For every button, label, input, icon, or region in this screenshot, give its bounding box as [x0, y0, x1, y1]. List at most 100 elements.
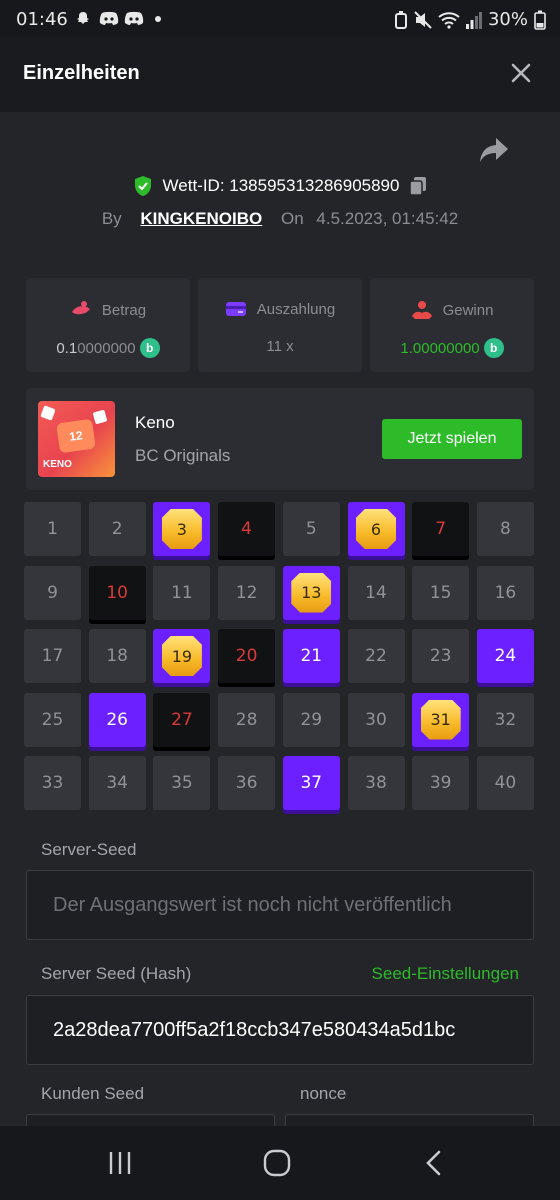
- keno-cell-hit: 31: [412, 692, 470, 747]
- keno-cell: 35: [153, 756, 211, 810]
- gem-icon: 19: [161, 636, 202, 676]
- recent-apps-icon[interactable]: [105, 1148, 135, 1178]
- bet-date: 4.5.2023, 01:45:42: [316, 209, 459, 228]
- bet-details-screen: 01:46 30% Einzelheiten Wett-ID: 13859531…: [0, 0, 560, 1200]
- gem-icon: 6: [356, 509, 396, 549]
- keno-board: 1 2 3 4 5 6 7 8 9 10 11 12 13 14 15 16 17 18 19 20 21 22 23 24 2…: [24, 502, 536, 812]
- keno-cell: 17: [24, 629, 81, 683]
- copy-icon[interactable]: [409, 176, 427, 196]
- keno-cell-drawn: 7: [412, 502, 470, 556]
- stat-card-win: Gewinn 1.00000000 b: [370, 278, 534, 372]
- keno-cell: 34: [88, 756, 146, 810]
- keno-cell: 11: [153, 565, 211, 620]
- server-seed-hash-field[interactable]: 2a28dea7700ff5a2f18ccb347e580434a5d1bc: [26, 995, 534, 1065]
- status-right: 30%: [394, 9, 546, 30]
- dice-icon: [92, 409, 108, 425]
- page-title: Einzelheiten: [23, 62, 140, 84]
- status-time: 01:46: [16, 9, 68, 30]
- stat-label-payout: Auszahlung: [256, 300, 336, 318]
- keno-cell-selected: 24: [476, 629, 534, 683]
- status-bar: 01:46 30%: [0, 0, 560, 36]
- keno-cell: 14: [347, 565, 405, 620]
- keno-cell: 25: [24, 692, 81, 747]
- keno-cell: 38: [347, 756, 405, 810]
- keno-cell-drawn: 10: [88, 565, 146, 620]
- on-label: On: [280, 209, 304, 228]
- server-seed-field: Der Ausgangswert ist noch nicht veröffen…: [26, 870, 534, 940]
- close-icon[interactable]: [510, 62, 532, 84]
- keno-cell: 23: [412, 629, 470, 683]
- game-card: 12 KENO Keno BC Originals Jetzt spielen: [26, 388, 534, 490]
- win-icon: [411, 301, 432, 319]
- dice-icon: [40, 405, 56, 421]
- keno-cell: 1: [24, 502, 81, 556]
- keno-cell: 18: [88, 629, 146, 683]
- nonce-label: nonce: [300, 1084, 347, 1103]
- gem-icon: 31: [420, 699, 461, 740]
- bet-icon: [71, 301, 90, 315]
- share-icon[interactable]: [478, 136, 510, 164]
- gem-icon: 3: [161, 509, 202, 549]
- android-nav-bar: [0, 1126, 560, 1200]
- stat-card-payout: Auszahlung 11 x: [198, 278, 362, 372]
- thumb-number: 12: [56, 418, 96, 454]
- bcd-coin-icon: b: [139, 338, 160, 358]
- game-provider: BC Originals: [135, 446, 231, 465]
- keno-cell-selected: 26: [88, 692, 146, 747]
- keno-cell: 30: [347, 692, 405, 747]
- keno-thumbnail[interactable]: 12 KENO: [38, 401, 115, 477]
- back-icon[interactable]: [420, 1148, 450, 1178]
- keno-cell-drawn: 4: [218, 502, 276, 556]
- keno-cell-hit: 13: [282, 565, 340, 620]
- discord-icon-2: [124, 11, 144, 25]
- stat-value-win: 1.00000000: [400, 339, 480, 357]
- thumb-label: KENO: [43, 459, 72, 470]
- stat-card-amount: Betrag 0.10000000 b: [26, 278, 190, 372]
- by-label: By: [101, 209, 122, 228]
- battery-icon: [534, 10, 546, 30]
- stat-label-win: Gewinn: [442, 301, 494, 319]
- keno-cell-selected: 21: [282, 629, 340, 683]
- keno-cell-hit: 19: [153, 629, 211, 683]
- verified-shield-icon: [134, 176, 151, 196]
- keno-cell: 22: [347, 629, 405, 683]
- keno-cell: 2: [88, 502, 146, 556]
- home-icon[interactable]: [262, 1148, 292, 1178]
- server-seed-hash-label: Server Seed (Hash): [41, 964, 192, 983]
- gem-icon: 13: [291, 572, 332, 613]
- keno-cell-hit: 6: [347, 502, 405, 556]
- keno-cell: 28: [218, 692, 276, 747]
- bet-id: Wett-ID: 138595313286905890: [162, 176, 400, 195]
- mute-icon: [414, 10, 432, 29]
- keno-cell: 16: [476, 565, 534, 620]
- server-seed-label: Server-Seed: [41, 840, 137, 859]
- keno-cell-drawn: 20: [218, 629, 276, 683]
- keno-cell: 9: [24, 565, 81, 620]
- keno-cell-hit: 3: [153, 502, 211, 556]
- play-now-button[interactable]: Jetzt spielen: [382, 419, 522, 459]
- keno-cell-selected: 37: [282, 756, 340, 810]
- wifi-icon: [438, 11, 460, 29]
- notification-dot: [155, 16, 161, 22]
- bet-id-row: Wett-ID: 138595313286905890: [0, 175, 560, 197]
- modal-header: Einzelheiten: [0, 36, 560, 112]
- wallet-icon: [225, 302, 246, 316]
- keno-cell: 12: [218, 565, 276, 620]
- bcd-coin-icon: b: [483, 338, 504, 358]
- seed-settings-link[interactable]: Seed-Einstellungen: [372, 964, 519, 984]
- snapchat-icon: [77, 12, 89, 24]
- keno-cell: 29: [282, 692, 340, 747]
- keno-cell: 8: [476, 502, 534, 556]
- game-name: Keno: [135, 413, 175, 432]
- username-link[interactable]: KINGKENOIBO: [140, 209, 262, 228]
- discord-icon: [99, 11, 119, 25]
- keno-cell: 39: [412, 756, 470, 810]
- battery-percent: 30%: [487, 9, 528, 30]
- keno-cell-drawn: 27: [153, 692, 211, 747]
- stat-value-amount: 0.10000000: [56, 339, 136, 357]
- keno-cell: 5: [282, 502, 340, 556]
- battery-saver-icon: [394, 10, 407, 29]
- stat-label-amount: Betrag: [101, 301, 147, 319]
- signal-icon: [465, 11, 482, 29]
- keno-cell: 32: [476, 692, 534, 747]
